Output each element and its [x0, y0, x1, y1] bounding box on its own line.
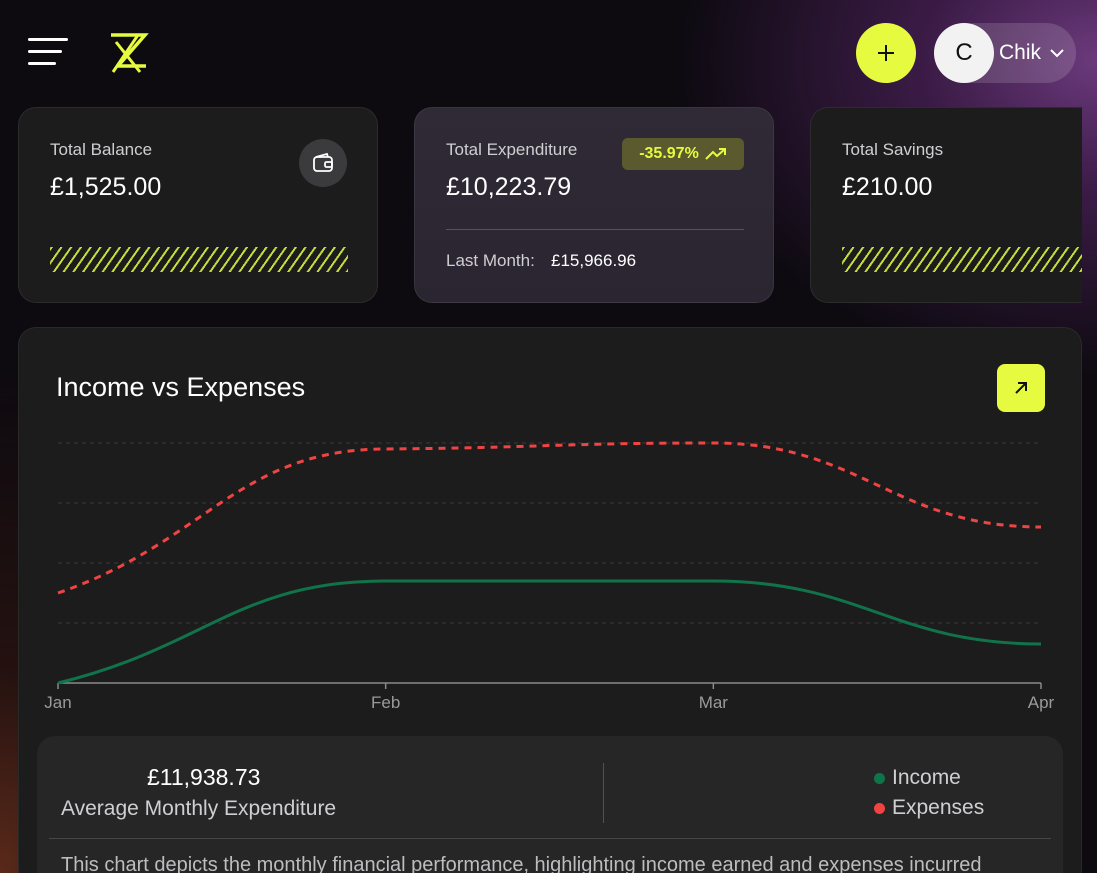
legend-dot — [874, 802, 885, 814]
chart-description: This chart depicts the monthly financial… — [61, 854, 982, 873]
legend-label: Expenses — [892, 796, 985, 819]
x-tick-label: Apr — [1028, 693, 1055, 712]
legend-dot — [874, 772, 885, 784]
x-tick-label: Feb — [371, 693, 400, 712]
x-tick-label: Mar — [699, 693, 729, 712]
series-line-expenses — [57, 441, 1042, 595]
horizontal-divider — [49, 838, 1051, 839]
average-value: £11,938.73 — [147, 764, 261, 790]
chart-summary: £11,938.73 Average Monthly Expenditure I… — [37, 736, 1063, 873]
vertical-divider — [603, 763, 604, 823]
x-tick-label: Jan — [44, 693, 71, 712]
legend-item-expenses: Expenses — [874, 796, 984, 820]
legend-item-income: Income — [874, 766, 961, 790]
average-label: Average Monthly Expenditure — [61, 797, 337, 820]
legend-label: Income — [892, 766, 961, 789]
series-line-income — [57, 579, 1042, 685]
